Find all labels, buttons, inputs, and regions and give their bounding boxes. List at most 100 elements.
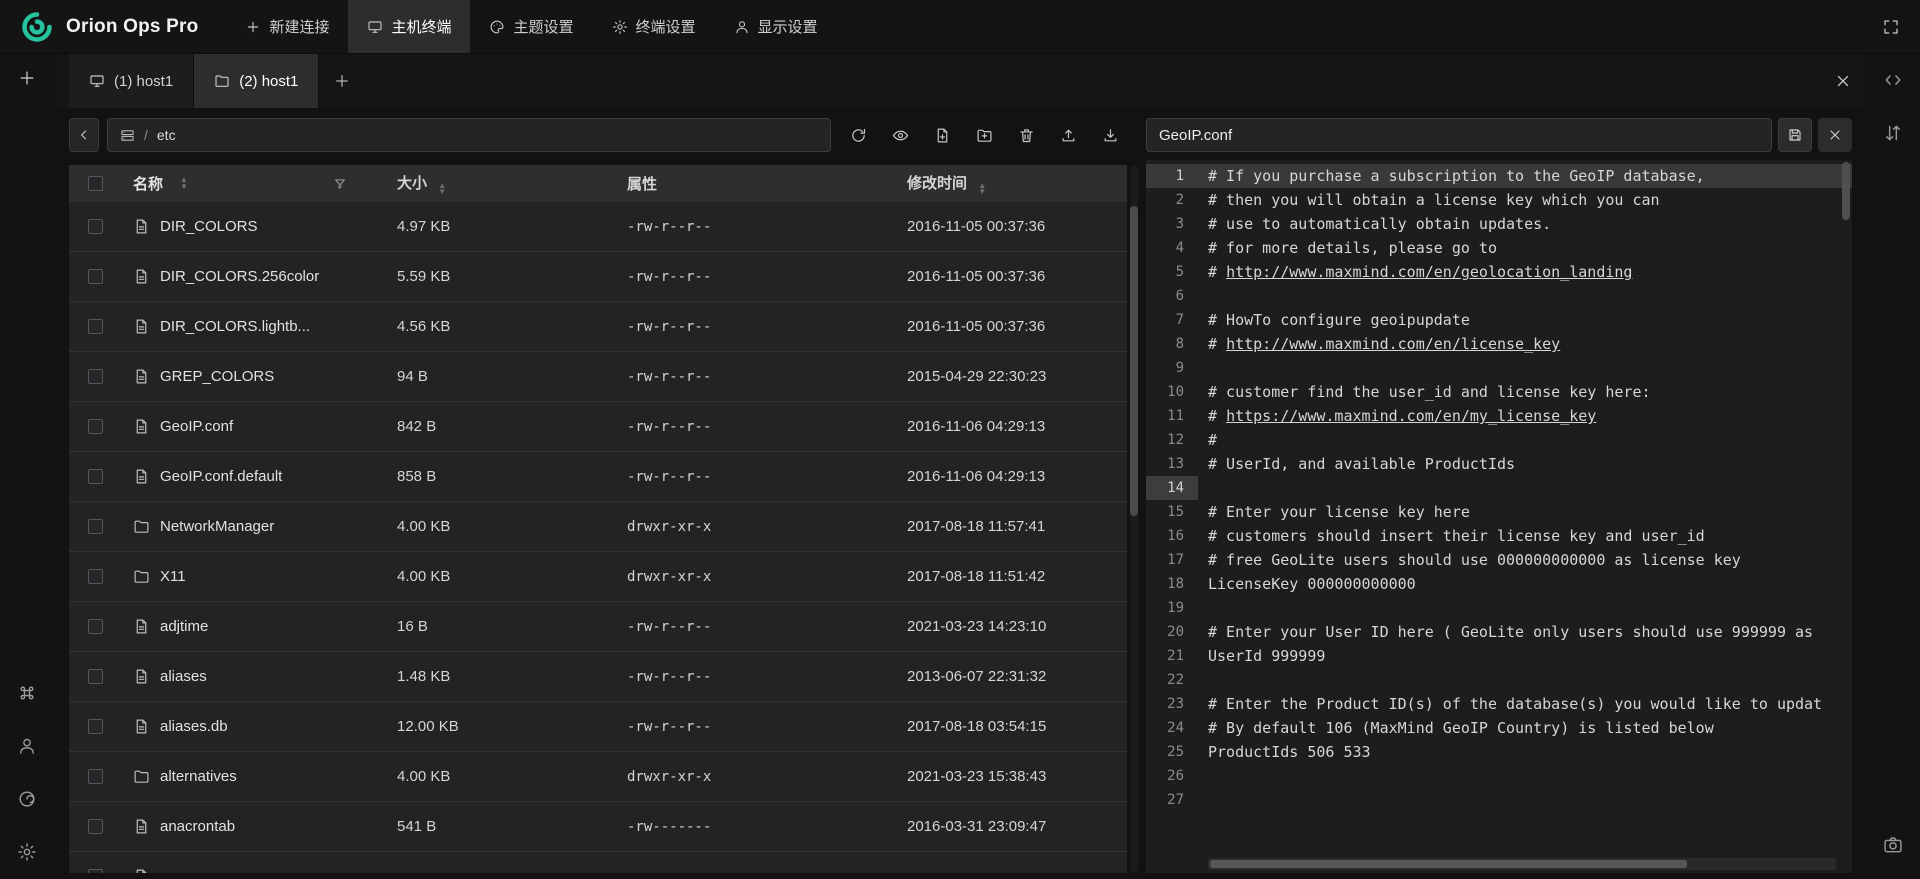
code-line[interactable]: # then you will obtain a license key whi…: [1198, 188, 1852, 212]
scrollbar-thumb[interactable]: [1842, 162, 1850, 220]
row-checkbox[interactable]: [88, 269, 103, 284]
tab-terminal-1[interactable]: (1) host1: [69, 54, 194, 108]
menu-item-display-settings[interactable]: 显示设置: [715, 0, 837, 53]
tab-sftp-2[interactable]: (2) host1: [194, 54, 319, 108]
code-line[interactable]: [1198, 356, 1852, 380]
new-file-button[interactable]: [925, 118, 959, 152]
code-line[interactable]: # customers should insert their license …: [1198, 524, 1852, 548]
row-checkbox[interactable]: [88, 819, 103, 834]
close-panel-icon[interactable]: [1834, 72, 1852, 90]
filter-icon[interactable]: [333, 177, 347, 191]
column-header-modified[interactable]: 修改时间: [891, 172, 1127, 196]
code-line[interactable]: # Enter the Product ID(s) of the databas…: [1198, 692, 1852, 716]
table-row[interactable]: DIR_COLORS.lightb...4.56 KB-rw-r--r--201…: [69, 302, 1127, 352]
row-checkbox[interactable]: [88, 569, 103, 584]
column-header-size[interactable]: 大小: [381, 172, 611, 196]
editor-close-button[interactable]: [1818, 118, 1852, 152]
editor-code[interactable]: # If you purchase a subscription to the …: [1198, 160, 1852, 873]
code-line[interactable]: UserId 999999: [1198, 644, 1852, 668]
menu-item-host-terminal[interactable]: 主机终端: [348, 0, 470, 53]
code-line[interactable]: [1198, 668, 1852, 692]
editor-horizontal-scrollbar[interactable]: [1208, 858, 1836, 870]
code-line[interactable]: LicenseKey 000000000000: [1198, 572, 1852, 596]
new-folder-button[interactable]: [967, 118, 1001, 152]
code-line[interactable]: # http://www.maxmind.com/en/license_key: [1198, 332, 1852, 356]
row-checkbox[interactable]: [88, 469, 103, 484]
code-line[interactable]: # HowTo configure geoipupdate: [1198, 308, 1852, 332]
table-row[interactable]: GeoIP.conf.default858 B-rw-r--r--2016-11…: [69, 452, 1127, 502]
refresh-button[interactable]: [841, 118, 875, 152]
code-line[interactable]: # customer find the user_id and license …: [1198, 380, 1852, 404]
breadcrumb[interactable]: / etc: [107, 118, 831, 152]
code-line[interactable]: # http://www.maxmind.com/en/geolocation_…: [1198, 260, 1852, 284]
swap-icon[interactable]: [1883, 123, 1903, 143]
row-checkbox[interactable]: [88, 419, 103, 434]
fullscreen-icon[interactable]: [1882, 18, 1900, 36]
table-row[interactable]: GeoIP.conf842 B-rw-r--r--2016-11-06 04:2…: [69, 402, 1127, 452]
code-line[interactable]: # Enter your User ID here ( GeoLite only…: [1198, 620, 1852, 644]
code-line[interactable]: # Enter your license key here: [1198, 500, 1852, 524]
editor-vertical-scrollbar[interactable]: [1842, 162, 1850, 853]
select-all-checkbox[interactable]: [88, 176, 103, 191]
row-checkbox[interactable]: [88, 219, 103, 234]
menu-item-terminal-settings[interactable]: 终端设置: [593, 0, 715, 53]
row-checkbox[interactable]: [88, 769, 103, 784]
sort-icon[interactable]: [438, 183, 446, 196]
code-line[interactable]: # use to automatically obtain updates.: [1198, 212, 1852, 236]
delete-button[interactable]: [1009, 118, 1043, 152]
scrollbar-thumb[interactable]: [1130, 206, 1138, 516]
table-row[interactable]: DIR_COLORS.256color5.59 KB-rw-r--r--2016…: [69, 252, 1127, 302]
table-row[interactable]: alternatives4.00 KBdrwxr-xr-x2021-03-23 …: [69, 752, 1127, 802]
code-line[interactable]: # If you purchase a subscription to the …: [1198, 164, 1852, 188]
row-checkbox[interactable]: [88, 619, 103, 634]
table-row[interactable]: anacrontab541 B-rw-------2016-03-31 23:0…: [69, 802, 1127, 852]
gear-icon[interactable]: [17, 842, 37, 862]
file-list-scrollbar[interactable]: [1130, 165, 1138, 873]
row-checkbox[interactable]: [88, 669, 103, 684]
save-button[interactable]: [1778, 118, 1812, 152]
row-checkbox[interactable]: [88, 519, 103, 534]
table-row[interactable]: X114.00 KBdrwxr-xr-x2017-08-18 11:51:42: [69, 552, 1127, 602]
code-line[interactable]: [1198, 788, 1852, 812]
code-line[interactable]: # https://www.maxmind.com/en/my_license_…: [1198, 404, 1852, 428]
table-row[interactable]: GREP_COLORS94 B-rw-r--r--2015-04-29 22:3…: [69, 352, 1127, 402]
code-line[interactable]: # free GeoLite users should use 00000000…: [1198, 548, 1852, 572]
column-header-name[interactable]: 名称: [121, 173, 381, 194]
code-line[interactable]: # for more details, please go to: [1198, 236, 1852, 260]
code-line[interactable]: # By default 106 (MaxMind GeoIP Country)…: [1198, 716, 1852, 740]
code-editor[interactable]: 1234567891011121314151617181920212223242…: [1146, 160, 1852, 873]
code-line[interactable]: ProductIds 506 533: [1198, 740, 1852, 764]
back-button[interactable]: [69, 118, 99, 152]
code-line[interactable]: # UserId, and available ProductIds: [1198, 452, 1852, 476]
row-checkbox[interactable]: [88, 319, 103, 334]
sort-icon[interactable]: [978, 183, 986, 196]
row-checkbox[interactable]: [88, 719, 103, 734]
swirl-icon[interactable]: [17, 789, 37, 809]
code-line[interactable]: [1198, 284, 1852, 308]
menu-item-new-connection[interactable]: 新建连接: [226, 0, 348, 53]
code-icon[interactable]: [1883, 70, 1903, 90]
table-row[interactable]: aliases1.48 KB-rw-r--r--2013-06-07 22:31…: [69, 652, 1127, 702]
code-line[interactable]: [1198, 596, 1852, 620]
toggle-hidden-button[interactable]: [883, 118, 917, 152]
plus-icon[interactable]: [17, 68, 37, 88]
sort-icon[interactable]: [180, 177, 188, 190]
table-row[interactable]: NetworkManager4.00 KBdrwxr-xr-x2017-08-1…: [69, 502, 1127, 552]
table-row[interactable]: aliases.db12.00 KB-rw-r--r--2017-08-18 0…: [69, 702, 1127, 752]
add-tab-plus-icon[interactable]: [333, 72, 351, 90]
code-line[interactable]: [1198, 476, 1852, 500]
row-checkbox[interactable]: [88, 869, 103, 873]
scrollbar-thumb[interactable]: [1210, 860, 1687, 868]
table-row[interactable]: DIR_COLORS4.97 KB-rw-r--r--2016-11-05 00…: [69, 202, 1127, 252]
upload-button[interactable]: [1051, 118, 1085, 152]
code-line[interactable]: [1198, 764, 1852, 788]
camera-icon[interactable]: [1883, 835, 1903, 855]
menu-item-theme-settings[interactable]: 主题设置: [470, 0, 592, 53]
user-icon[interactable]: [17, 736, 37, 756]
download-button[interactable]: [1093, 118, 1127, 152]
table-row[interactable]: [69, 852, 1127, 873]
breadcrumb-segment[interactable]: etc: [157, 127, 176, 143]
table-row[interactable]: adjtime16 B-rw-r--r--2021-03-23 14:23:10: [69, 602, 1127, 652]
command-icon[interactable]: [17, 683, 37, 703]
row-checkbox[interactable]: [88, 369, 103, 384]
